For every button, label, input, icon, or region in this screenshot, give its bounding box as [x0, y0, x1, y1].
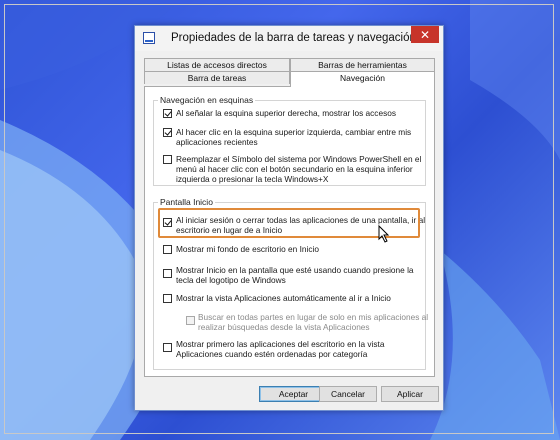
option-desktop-apps-first-label: Mostrar primero las aplicaciones del esc… [176, 339, 384, 359]
label-line: Aplicaciones cuando estén ordenadas por … [176, 349, 368, 359]
checkbox-switch-recent-apps[interactable] [163, 128, 172, 137]
tab-navegacion[interactable]: Navegación [290, 71, 435, 87]
tab-barras-herramientas[interactable]: Barras de herramientas [290, 58, 435, 71]
label-line: Al hacer clic en la esquina superior izq… [176, 127, 412, 137]
window-title: Propiedades de la barra de tareas y nave… [171, 32, 416, 44]
checkbox-show-desktop-background[interactable] [163, 245, 172, 254]
properties-app-icon [143, 32, 155, 44]
option-show-desktop-background-label: Mostrar mi fondo de escritorio en Inicio [176, 244, 319, 254]
option-search-everywhere-label: Buscar en todas partes en lugar de solo … [198, 312, 428, 332]
option-show-start-on-display-label: Mostrar Inicio en la pantalla que esté u… [176, 265, 414, 285]
label-line: Buscar en todas partes en lugar de solo … [198, 312, 429, 322]
checkbox-show-charms[interactable] [163, 109, 172, 118]
label-line: Reemplazar el Símbolo del sistema por Wi… [176, 154, 422, 164]
option-switch-recent-apps-label: Al hacer clic en la esquina superior izq… [176, 127, 411, 147]
checkbox-replace-powershell[interactable] [163, 155, 172, 164]
checkbox-show-start-on-display[interactable] [163, 269, 172, 278]
label-line: menú al hacer clic con el botón secundar… [176, 164, 413, 174]
label-line: Mostrar primero las aplicaciones del esc… [176, 339, 385, 349]
ok-button[interactable]: Aceptar [259, 386, 328, 402]
apply-button[interactable]: Aplicar [381, 386, 439, 402]
checkbox-show-apps-view[interactable] [163, 294, 172, 303]
checkbox-search-everywhere[interactable] [186, 316, 195, 325]
title-bar[interactable]: Propiedades de la barra de tareas y nave… [135, 26, 443, 51]
group-title-start-screen: Pantalla Inicio [158, 197, 215, 207]
group-title-corner-navigation: Navegación en esquinas [158, 95, 256, 105]
label-line: realizar búsquedas desde la vista Aplica… [198, 322, 370, 332]
tab-barra-tareas[interactable]: Barra de tareas [144, 71, 290, 84]
label-line: tecla del logotipo de Windows [176, 275, 286, 285]
label-line: Mostrar Inicio en la pantalla que esté u… [176, 265, 414, 275]
option-replace-powershell-label: Reemplazar el Símbolo del sistema por Wi… [176, 154, 421, 184]
mouse-pointer-icon [378, 225, 390, 243]
tab-listas-accesos-directos[interactable]: Listas de accesos directos [144, 58, 290, 71]
option-show-apps-view-label: Mostrar la vista Aplicaciones automática… [176, 293, 391, 303]
close-icon: ✕ [419, 28, 431, 42]
label-line: izquierda o presionar la tecla Windows+X [176, 174, 329, 184]
cancel-button[interactable]: Cancelar [319, 386, 377, 402]
close-button[interactable]: ✕ [411, 26, 439, 43]
label-line: aplicaciones recientes [176, 137, 258, 147]
checkbox-desktop-apps-first[interactable] [163, 343, 172, 352]
option-show-charms-label: Al señalar la esquina superior derecha, … [176, 108, 396, 118]
